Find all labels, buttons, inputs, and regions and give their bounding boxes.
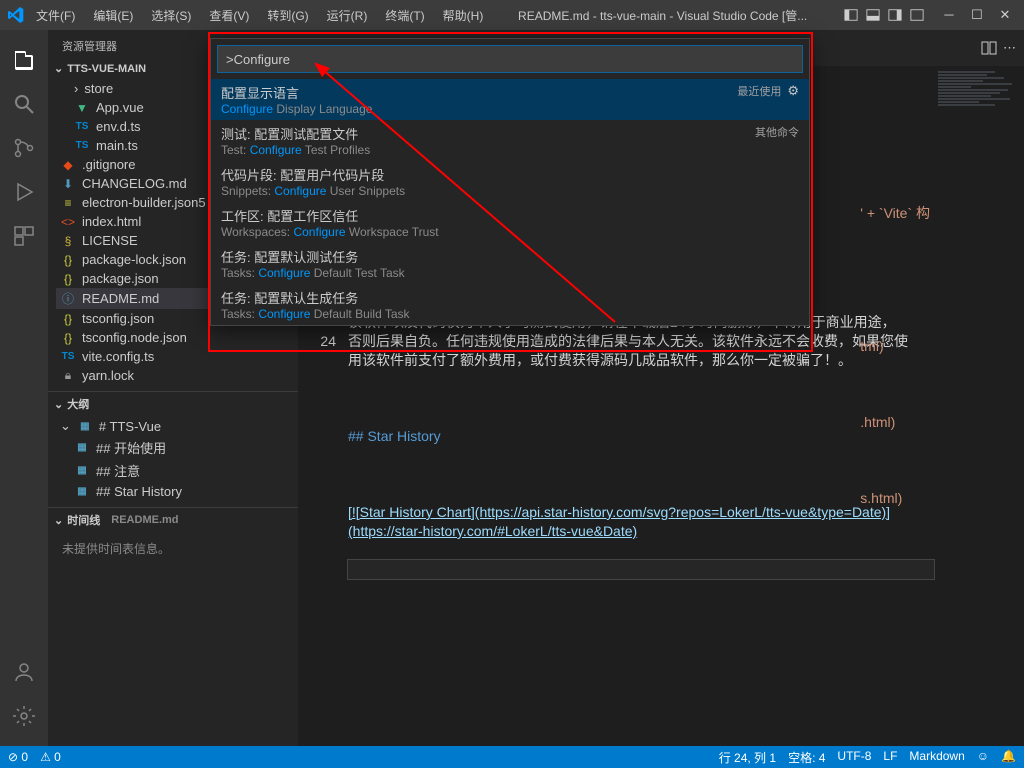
outline-tree: ⌄▦# TTS-Vue ▦## 开始使用 ▦## 注意 ▦## Star His…: [48, 416, 298, 507]
menu-terminal[interactable]: 终端(T): [377, 5, 432, 26]
status-language[interactable]: Markdown: [909, 749, 964, 766]
layout-panel-right-icon[interactable]: [886, 6, 904, 24]
explorer-icon[interactable]: [12, 48, 36, 72]
status-bell-icon[interactable]: 🔔: [1001, 749, 1016, 766]
json-icon: {}: [60, 331, 76, 345]
outline-header[interactable]: ⌄大纲: [48, 392, 298, 416]
heading-icon: ▦: [77, 421, 93, 432]
layout-panel-bottom-icon[interactable]: [864, 6, 882, 24]
window-minimize-icon[interactable]: ─: [938, 7, 960, 23]
chevron-down-icon: ⌄: [54, 398, 63, 411]
status-encoding[interactable]: UTF-8: [837, 749, 871, 766]
status-feedback-icon[interactable]: ☺: [977, 749, 989, 766]
menu-select[interactable]: 选择(S): [143, 5, 199, 26]
json-icon: {}: [60, 312, 76, 326]
menu-view[interactable]: 查看(V): [201, 5, 257, 26]
vue-icon: ▼: [74, 101, 90, 115]
outline-item[interactable]: ▦## 注意: [56, 459, 298, 482]
chevron-down-icon: ⌄: [60, 418, 71, 434]
json-icon: {}: [60, 253, 76, 267]
menu-help[interactable]: 帮助(H): [435, 5, 492, 26]
chevron-right-icon: ›: [74, 81, 78, 96]
menu-run[interactable]: 运行(R): [319, 5, 376, 26]
palette-item[interactable]: 任务: 配置默认生成任务 Tasks: Configure Default Bu…: [211, 284, 809, 325]
settings-gear-icon[interactable]: [12, 704, 36, 728]
json-icon: {}: [60, 272, 76, 286]
palette-item[interactable]: 任务: 配置默认测试任务 Tasks: Configure Default Te…: [211, 243, 809, 284]
ts-icon: TS: [60, 351, 76, 362]
heading-icon: ▦: [74, 486, 90, 497]
menu-bar: 文件(F) 编辑(E) 选择(S) 查看(V) 转到(G) 运行(R) 终端(T…: [28, 5, 491, 26]
heading-icon: ▦: [74, 465, 90, 476]
status-warnings[interactable]: ⚠ 0: [40, 750, 61, 764]
ts-icon: TS: [74, 140, 90, 151]
layout-panel-left-icon[interactable]: [842, 6, 860, 24]
titlebar: 文件(F) 编辑(E) 选择(S) 查看(V) 转到(G) 运行(R) 终端(T…: [0, 0, 1024, 30]
menu-edit[interactable]: 编辑(E): [85, 5, 141, 26]
source-control-icon[interactable]: [12, 136, 36, 160]
palette-item[interactable]: 代码片段: 配置用户代码片段 Snippets: Configure User …: [211, 161, 809, 202]
account-icon[interactable]: [12, 660, 36, 684]
extensions-icon[interactable]: [12, 224, 36, 248]
timeline-header[interactable]: ⌄时间线 README.md: [48, 508, 298, 532]
gear-icon[interactable]: ⚙: [787, 83, 799, 102]
window-title: README.md - tts-vue-main - Visual Studio…: [495, 7, 830, 24]
tree-file[interactable]: TSvite.config.ts: [56, 347, 298, 366]
minimap[interactable]: [934, 66, 1024, 746]
outline-item[interactable]: ▦## Star History: [56, 482, 298, 501]
tree-file[interactable]: 🔒︎yarn.lock: [56, 366, 298, 385]
run-debug-icon[interactable]: [12, 180, 36, 204]
status-indent[interactable]: 空格: 4: [788, 749, 825, 766]
window-maximize-icon[interactable]: ☐: [966, 7, 988, 23]
ts-icon: TS: [74, 121, 90, 132]
status-errors[interactable]: ⊘ 0: [8, 750, 28, 764]
command-palette: 配置显示语言最近使用⚙ Configure Display Language 测…: [210, 38, 810, 326]
search-icon[interactable]: [12, 92, 36, 116]
window-close-icon[interactable]: ✕: [994, 7, 1016, 23]
split-editor-icon[interactable]: [981, 40, 997, 56]
layout-customize-icon[interactable]: [908, 6, 926, 24]
palette-item[interactable]: 工作区: 配置工作区信任 Workspaces: Configure Works…: [211, 202, 809, 243]
tree-file[interactable]: {}tsconfig.node.json: [56, 328, 298, 347]
palette-item[interactable]: 配置显示语言最近使用⚙ Configure Display Language: [211, 79, 809, 120]
info-icon: ⓘ: [60, 290, 76, 307]
json-icon: ≡: [60, 196, 76, 210]
statusbar: ⊘ 0 ⚠ 0 行 24, 列 1 空格: 4 UTF-8 LF Markdow…: [0, 746, 1024, 768]
status-line-col[interactable]: 行 24, 列 1: [719, 749, 776, 766]
markdown-icon: ⬇: [60, 177, 76, 191]
command-list: 配置显示语言最近使用⚙ Configure Display Language 测…: [211, 79, 809, 325]
lock-icon: 🔒︎: [60, 368, 76, 383]
vscode-logo-icon: [8, 7, 24, 23]
status-eol[interactable]: LF: [883, 749, 897, 766]
html-icon: <>: [60, 215, 76, 229]
heading-icon: ▦: [74, 442, 90, 453]
outline-item[interactable]: ▦## 开始使用: [56, 436, 298, 459]
chevron-down-icon: ⌄: [54, 514, 63, 527]
outline-item[interactable]: ⌄▦# TTS-Vue: [56, 416, 298, 436]
activity-bar: [0, 30, 48, 746]
license-icon: §: [60, 234, 76, 248]
git-icon: ◆: [60, 158, 76, 172]
menu-go[interactable]: 转到(G): [259, 5, 316, 26]
timeline-empty: 未提供时间表信息。: [48, 532, 298, 565]
chevron-down-icon: ⌄: [54, 62, 63, 75]
command-palette-input[interactable]: [217, 45, 803, 73]
palette-item[interactable]: 测试: 配置测试配置文件其他命令 Test: Configure Test Pr…: [211, 120, 809, 161]
more-icon[interactable]: ⋯: [1003, 40, 1016, 56]
menu-file[interactable]: 文件(F): [28, 5, 83, 26]
